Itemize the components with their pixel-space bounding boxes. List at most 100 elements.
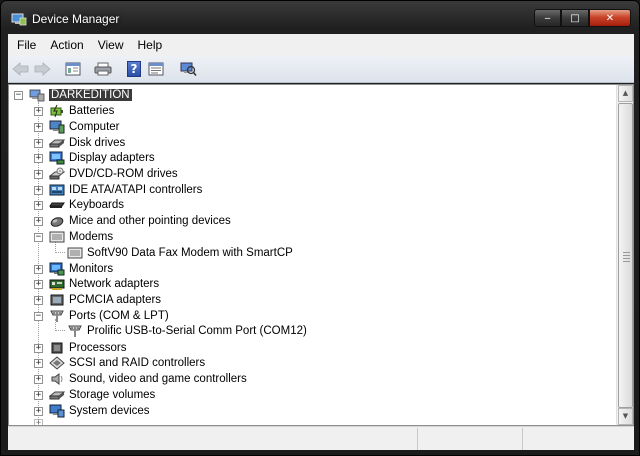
tree-node-disk-drives[interactable]: + Disk drives <box>34 135 125 151</box>
collapse-expander[interactable]: − <box>34 232 43 242</box>
expand-expander[interactable]: + <box>34 264 43 274</box>
help-button[interactable]: ? <box>124 60 144 78</box>
menu-action[interactable]: Action <box>43 38 90 52</box>
port-icon <box>50 310 64 322</box>
tree-node-processors[interactable]: + Processors <box>34 340 127 356</box>
node-label[interactable]: Ports (COM & LPT) <box>69 310 169 322</box>
tree-leaf-modem-device[interactable]: SoftV90 Data Fax Modem with SmartCP <box>67 245 293 261</box>
scroll-up-button[interactable]: ▲ <box>618 85 633 102</box>
expand-expander[interactable]: + <box>34 200 43 210</box>
expand-expander[interactable]: + <box>34 295 43 305</box>
menu-help[interactable]: Help <box>131 38 170 52</box>
node-label[interactable]: Storage volumes <box>69 389 155 401</box>
tree-node-keyboards[interactable]: + Keyboards <box>34 197 124 213</box>
scroll-thumb[interactable] <box>618 103 633 408</box>
tree-node-ports[interactable]: − Ports (COM & LPT) <box>34 308 169 324</box>
menu-file[interactable]: File <box>10 38 43 52</box>
root-label[interactable]: DARKEDITION <box>49 89 132 101</box>
tree-node-monitors[interactable]: + Monitors <box>34 261 113 277</box>
expand-expander[interactable]: + <box>34 343 43 353</box>
tree-leaf-serial-port-device[interactable]: Prolific USB-to-Serial Comm Port (COM12) <box>67 323 307 339</box>
tree-node-modems[interactable]: − Modems <box>34 229 113 245</box>
forward-button[interactable] <box>32 60 52 78</box>
tree-node-scsi-raid-controllers[interactable]: + SCSI and RAID controllers <box>34 355 205 371</box>
back-button[interactable] <box>11 60 31 78</box>
vertical-scrollbar[interactable]: ▲ ▼ <box>616 85 633 425</box>
tree-node-ide-controllers[interactable]: + IDE ATA/ATAPI controllers <box>34 182 202 198</box>
node-label[interactable]: SCSI and RAID controllers <box>69 357 205 369</box>
expand-expander[interactable]: + <box>34 358 43 368</box>
expand-expander[interactable]: + <box>34 406 43 416</box>
expand-expander[interactable]: + <box>34 185 43 195</box>
node-label[interactable]: Sound, video and game controllers <box>69 373 247 385</box>
network-adapter-icon <box>49 279 65 290</box>
expand-expander[interactable]: + <box>34 279 43 289</box>
modem-icon <box>67 247 83 259</box>
node-label[interactable]: Mice and other pointing devices <box>69 215 231 227</box>
pcmcia-icon <box>50 294 64 306</box>
node-label[interactable]: Disk drives <box>69 137 125 149</box>
expand-expander[interactable]: + <box>34 169 43 179</box>
dvd-drive-icon <box>49 167 65 180</box>
leaf-label[interactable]: SoftV90 Data Fax Modem with SmartCP <box>87 247 293 259</box>
device-tree-pane[interactable]: − DARKEDITION + Batteries + Computer + D… <box>8 84 634 426</box>
close-button[interactable]: ✕ <box>589 9 631 27</box>
expand-expander[interactable]: + <box>34 153 43 163</box>
properties-icon <box>148 62 164 76</box>
tree-node-cutoff: + <box>34 419 49 425</box>
expand-expander[interactable]: + <box>34 106 43 116</box>
node-label[interactable]: Display adapters <box>69 152 155 164</box>
port-icon <box>68 325 82 337</box>
tree-node-pcmcia-adapters[interactable]: + PCMCIA adapters <box>34 292 161 308</box>
maximize-icon: □ <box>570 12 580 24</box>
title-bar[interactable]: Device Manager ‒ □ ✕ <box>1 1 639 34</box>
expand-expander[interactable]: + <box>34 216 43 226</box>
monitor-icon <box>49 262 65 276</box>
tree-node-mice[interactable]: + Mice and other pointing devices <box>34 213 231 229</box>
scan-for-hardware-changes-button[interactable] <box>178 60 198 78</box>
node-label[interactable]: Keyboards <box>69 199 124 211</box>
menu-bar: File Action View Help <box>8 34 634 56</box>
node-label[interactable]: Monitors <box>69 263 113 275</box>
computer-root-icon <box>29 89 45 102</box>
storage-volume-icon <box>49 391 65 400</box>
node-label[interactable]: DVD/CD-ROM drives <box>69 168 178 180</box>
expand-expander[interactable]: + <box>34 122 43 132</box>
tree-node-storage-volumes[interactable]: + Storage volumes <box>34 387 155 403</box>
node-label[interactable]: System devices <box>69 405 150 417</box>
properties-button[interactable] <box>146 60 166 78</box>
expand-expander[interactable]: + <box>34 374 43 384</box>
thumb-grip <box>623 255 630 256</box>
tree-node-display-adapters[interactable]: + Display adapters <box>34 150 155 166</box>
tree-node-batteries[interactable]: + Batteries <box>34 103 114 119</box>
scroll-down-button[interactable]: ▼ <box>618 408 633 425</box>
tree-node-computer[interactable]: + Computer <box>34 119 120 135</box>
print-button[interactable] <box>93 60 113 78</box>
window-title: Device Manager <box>32 12 120 26</box>
collapse-expander[interactable]: − <box>34 311 43 321</box>
printer-icon <box>94 62 112 76</box>
node-label[interactable]: Processors <box>69 342 127 354</box>
tree-node-network-adapters[interactable]: + Network adapters <box>34 276 159 292</box>
show-hide-console-tree-button[interactable] <box>63 60 83 78</box>
expand-expander[interactable]: + <box>34 138 43 148</box>
expand-expander[interactable]: + <box>34 390 43 400</box>
node-label[interactable]: Modems <box>69 231 113 243</box>
node-label[interactable]: IDE ATA/ATAPI controllers <box>69 184 202 196</box>
keyboard-icon <box>49 202 65 208</box>
status-bar <box>8 426 634 450</box>
collapse-expander[interactable]: − <box>14 90 23 100</box>
tree-node-system-devices[interactable]: + System devices <box>34 403 150 419</box>
maximize-button[interactable]: □ <box>561 9 589 27</box>
node-label[interactable]: Computer <box>69 121 120 133</box>
node-label[interactable]: Network adapters <box>69 278 159 290</box>
tree-node-dvd-cdrom-drives[interactable]: + DVD/CD-ROM drives <box>34 166 178 182</box>
leaf-label[interactable]: Prolific USB-to-Serial Comm Port (COM12) <box>87 325 307 337</box>
node-label[interactable]: Batteries <box>69 105 114 117</box>
minimize-button[interactable]: ‒ <box>534 9 561 27</box>
tree-node-sound-video-game[interactable]: + Sound, video and game controllers <box>34 371 247 387</box>
node-label[interactable]: PCMCIA adapters <box>69 294 161 306</box>
menu-view[interactable]: View <box>91 38 131 52</box>
tree-root[interactable]: − DARKEDITION <box>14 87 132 103</box>
minimize-icon: ‒ <box>544 12 551 24</box>
